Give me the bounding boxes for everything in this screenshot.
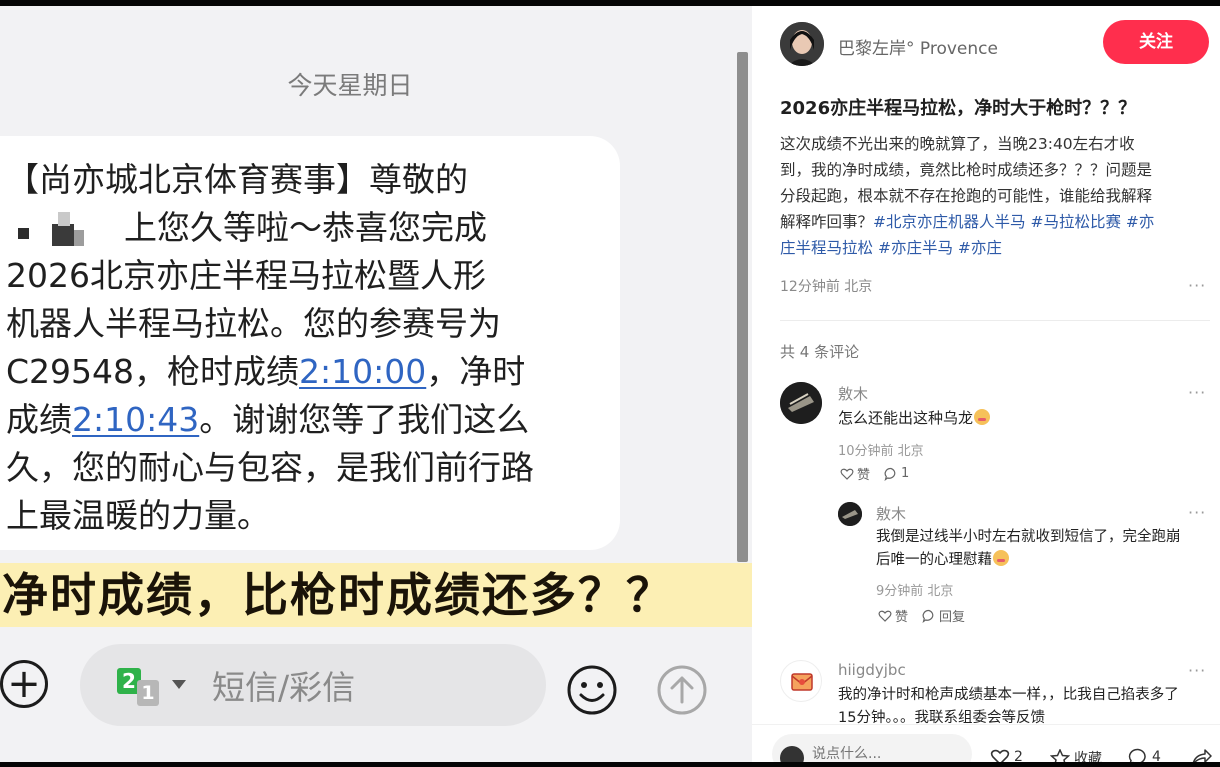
comment-post-button[interactable]: 4 [1128, 748, 1161, 762]
redacted-name-mosaic [6, 210, 124, 250]
hashtag-link[interactable]: #北京亦庄机器人半马 [873, 213, 1026, 231]
sms-message-text: 【尚亦城北京体育赛事】尊敬的 上您久等啦～恭喜您完成 2026北京亦庄半程马拉松… [6, 156, 606, 540]
overlay-caption: 净时成绩，比枪时成绩还多？？ [2, 568, 674, 622]
comment-timestamp: 10分钟前 北京 [838, 444, 924, 459]
post-body-line: 到，我的净时成绩，竟然比枪时成绩还多？？？问题是 [780, 161, 1153, 179]
post-body-line: 这次成绩不光出来的晚就算了，当晚23:40左右才收 [780, 135, 1135, 153]
star-icon [1050, 749, 1070, 762]
commenter-name[interactable]: 敫木 [876, 503, 906, 524]
comment-actions: 赞 回复 [878, 606, 965, 625]
sms-line: 成绩 [6, 400, 72, 439]
post-body-line: 庄半程马拉松 #亦庄半马 #亦庄 [780, 235, 1210, 261]
commenter-avatar[interactable] [838, 502, 862, 526]
hashtag-link[interactable]: #马拉松比赛 [1030, 213, 1121, 231]
post-more-icon[interactable]: ··· [1188, 276, 1206, 295]
hashtag-link[interactable]: #亦庄 [958, 239, 1002, 257]
comment-bubble-icon [884, 467, 896, 481]
reply-button[interactable]: 1 [884, 466, 909, 481]
commenter-name[interactable]: hiigdyjbc [838, 661, 906, 679]
follow-button[interactable]: 关注 [1103, 20, 1209, 64]
sms-line: 上您久等啦～恭喜您完成 [124, 208, 487, 247]
comment-bubble-icon [1128, 748, 1146, 762]
send-arrow-icon[interactable] [656, 664, 708, 716]
emoji-icon[interactable] [566, 664, 618, 716]
comment-text: 怎么还能出这种乌龙 [838, 407, 991, 430]
comment-more-icon[interactable]: ··· [1188, 383, 1206, 402]
add-attachment-button[interactable]: + [0, 660, 48, 708]
post-detail-panel: 巴黎左岸° Provence 关注 2026亦庄半程马拉松，净时大于枪时？？？ … [752, 6, 1220, 762]
scrollbar[interactable] [737, 52, 748, 562]
reply-button[interactable]: 回复 [922, 606, 965, 625]
share-button[interactable] [1190, 748, 1212, 762]
plus-icon: + [7, 661, 41, 707]
sms-text-input[interactable] [212, 664, 532, 710]
sms-line: 久，您的耐心与包容，是我们前行路 [6, 448, 534, 487]
comment-text: 我倒是过线半小时左右就收到短信了，完全跑崩 后唯一的心理慰藉 [876, 529, 1181, 568]
comment-timestamp: 9分钟前 北京 [876, 584, 954, 599]
sms-line: 2026北京亦庄半程马拉松暨人形 [6, 256, 486, 295]
author-name[interactable]: 巴黎左岸° Provence [838, 34, 998, 59]
post-body-line: 解释咋回事？#北京亦庄机器人半马 #马拉松比赛 #亦 [780, 213, 1155, 231]
like-post-button[interactable]: 2 [990, 748, 1023, 762]
hashtag-link[interactable]: #亦庄半马 [878, 239, 953, 257]
share-icon [1192, 749, 1212, 762]
net-time-link[interactable]: 2:10:43 [72, 400, 199, 439]
sms-line: 。谢谢您等了我们这么 [199, 400, 530, 439]
sms-line: 【尚亦城北京体育赛事】尊敬的 [6, 160, 468, 199]
comment-more-icon[interactable]: ··· [1188, 503, 1206, 522]
sms-line: C29548，枪时成绩 [6, 352, 300, 391]
heart-icon [840, 468, 854, 480]
comment-count: 共 4 条评论 [780, 343, 860, 361]
sms-line: 机器人半程马拉松。您的参赛号为 [6, 304, 501, 343]
chevron-down-icon[interactable] [172, 680, 186, 689]
commenter-avatar[interactable] [780, 660, 822, 702]
post-body-line: 分段起跑，根本就不存在抢跑的可能性，谁能给我解释 [780, 187, 1153, 205]
comment-more-icon[interactable]: ··· [1188, 661, 1206, 680]
crying-emoji-icon [974, 409, 991, 425]
sim-card-selector[interactable]: 2 1 [117, 668, 167, 708]
divider [780, 320, 1210, 321]
date-separator: 今天星期日 [287, 71, 413, 100]
comment-bubble-icon [922, 609, 934, 623]
bottom-frame-border [0, 762, 1220, 767]
heart-icon [878, 610, 892, 622]
crying-emoji-icon [993, 550, 1009, 566]
post-body: 这次成绩不光出来的晚就算了，当晚23:40左右才收 到，我的净时成绩，竟然比枪时… [780, 131, 1210, 261]
sim-secondary-icon: 1 [137, 680, 159, 706]
gun-time-link[interactable]: 2:10:00 [299, 352, 426, 391]
sms-line: ，净时 [426, 352, 526, 391]
author-avatar[interactable] [780, 22, 824, 66]
hashtag-link[interactable]: 庄半程马拉松 [780, 239, 873, 257]
like-button[interactable]: 赞 [878, 606, 908, 625]
commenter-name[interactable]: 敫木 [838, 383, 868, 404]
commenter-avatar[interactable] [780, 382, 822, 424]
comment-actions: 赞 1 [840, 464, 909, 483]
sms-line: 上最温暖的力量。 [6, 496, 270, 535]
post-title: 2026亦庄半程马拉松，净时大于枪时？？？ [780, 98, 1137, 119]
like-button[interactable]: 赞 [840, 464, 870, 483]
hashtag-link[interactable]: #亦 [1126, 213, 1155, 231]
collect-button[interactable]: 收藏 [1050, 748, 1102, 762]
sms-screenshot: 今天星期日 【尚亦城北京体育赛事】尊敬的 上您久等啦～恭喜您完成 2026北京亦… [0, 6, 752, 762]
post-timestamp: 12分钟前 北京 [780, 279, 873, 295]
heart-icon [990, 749, 1010, 762]
